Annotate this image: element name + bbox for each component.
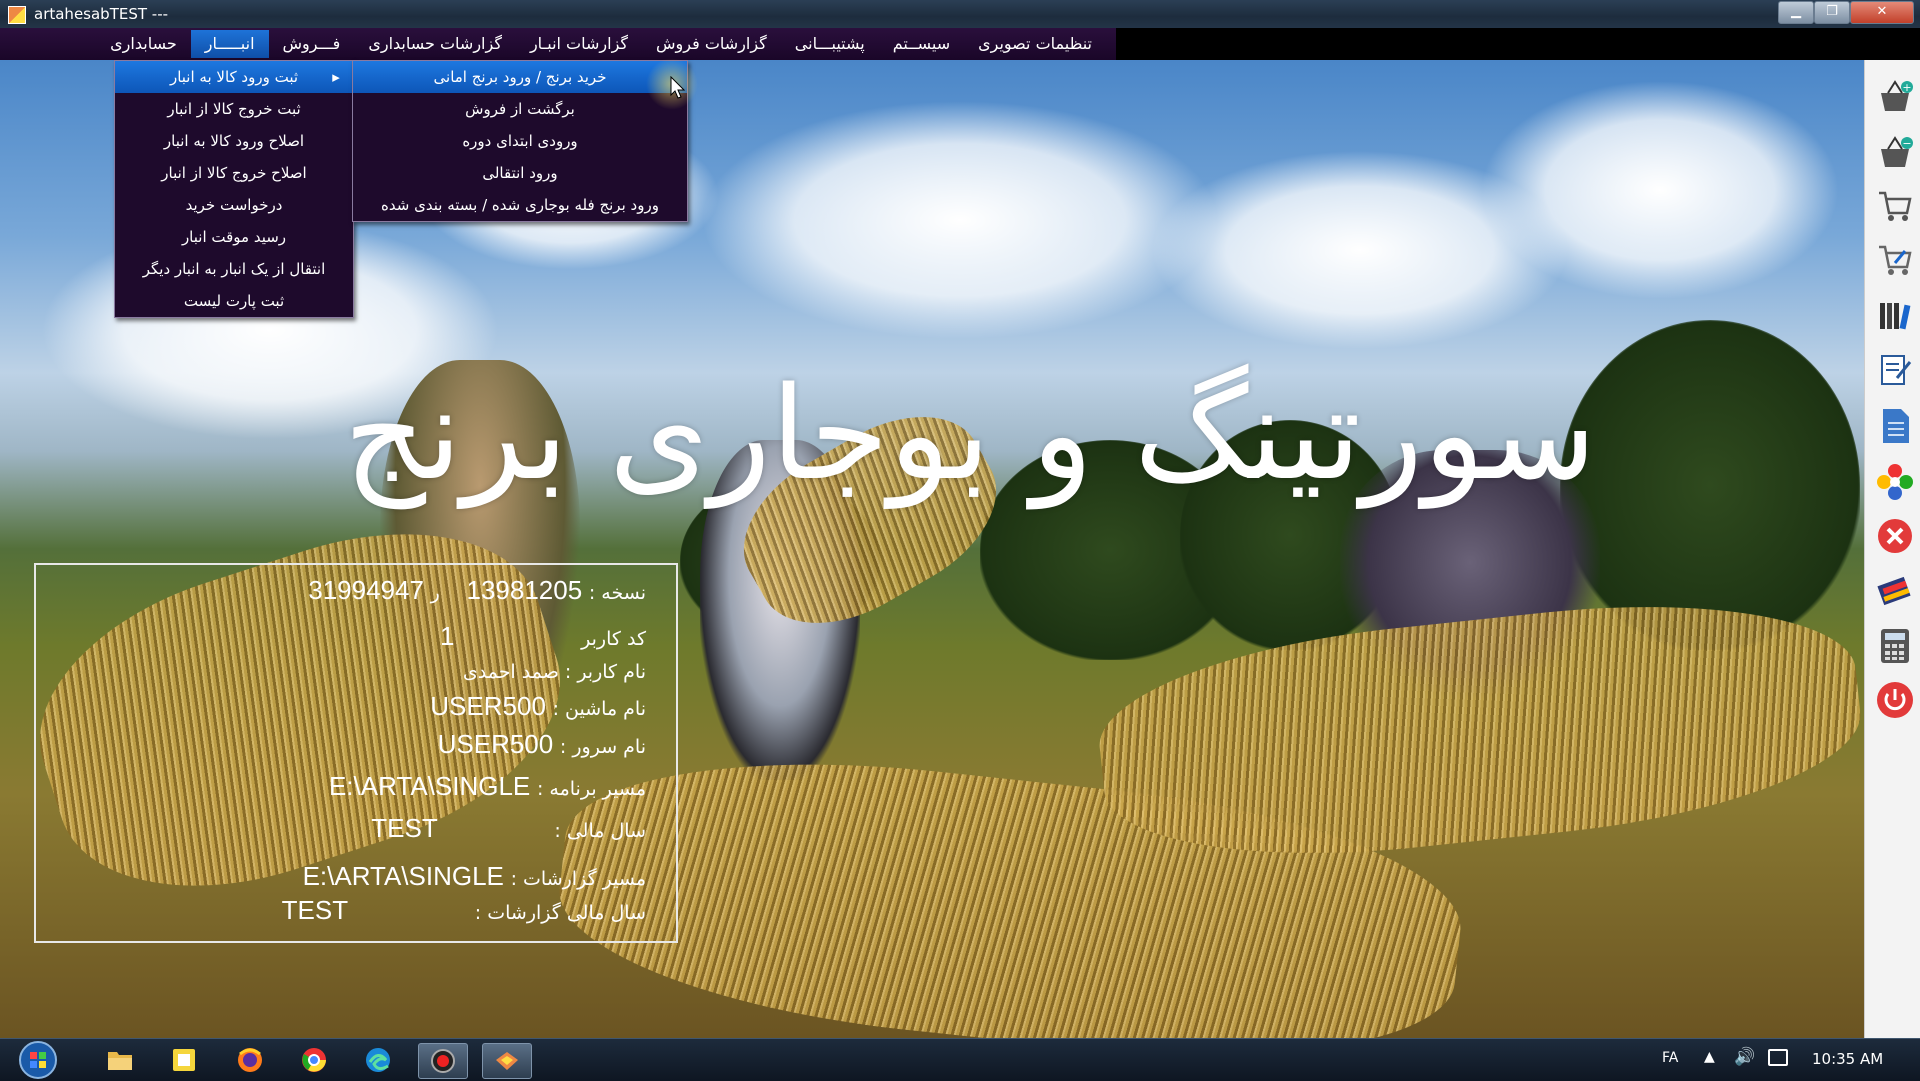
user-code-label: کد کاربر <box>581 628 646 650</box>
menu-item-part-list[interactable]: ثبت پارت لیست <box>115 285 353 317</box>
edit-document-icon[interactable] <box>1875 350 1915 390</box>
user-code-row: کد کاربر 1 <box>440 621 646 652</box>
minimize-button[interactable]: ▁ <box>1778 1 1814 24</box>
server-row: نام سرور : USER500 <box>438 729 646 760</box>
program-path-value: E:\ARTA\SINGLE <box>328 771 531 801</box>
report-path-row: مسیر گزارشات : E:\ARTA\SINGLE <box>303 861 646 892</box>
calculator-icon[interactable] <box>1875 626 1915 666</box>
menu-sales-reports[interactable]: گزارشات فروش <box>642 30 781 58</box>
fiscal-year-row: سال مالی : TEST <box>371 813 646 844</box>
submenu-item-bulk-rice-entry[interactable]: ورود برنج فله بوجاری شده / بسته بندی شده <box>353 189 687 221</box>
version-row: نسخه : 13981205 ر 31994947 <box>308 575 646 606</box>
menu-item-goods-entry-label: ثبت ورود کالا به انبار <box>169 68 299 86</box>
menu-visual-settings[interactable]: تنظیمات تصویری <box>964 30 1106 58</box>
version-label: نسخه : <box>588 582 646 604</box>
submenu-item-rice-purchase[interactable]: خرید برنج / ورود برنج امانی <box>353 61 687 93</box>
menu-item-edit-goods-entry[interactable]: اصلاح ورود کالا به انبار <box>115 125 353 157</box>
start-orb-icon[interactable] <box>18 1040 58 1080</box>
system-info-panel: نسخه : 13981205 ر 31994947 کد کاربر 1 نا… <box>34 563 678 943</box>
machine-value: USER500 <box>430 691 546 721</box>
record-icon[interactable] <box>418 1043 468 1079</box>
report-fiscal-row: سال مالی گزارشات : TEST <box>282 895 646 926</box>
restore-button[interactable]: ❐ <box>1814 1 1850 24</box>
report-fiscal-value: TEST <box>281 895 349 925</box>
document-icon[interactable] <box>1875 406 1915 446</box>
machine-row: نام ماشین : USER500 <box>430 691 646 722</box>
machine-label: نام ماشین : <box>552 698 646 720</box>
menu-item-temporary-receipt[interactable]: رسید موقت انبار <box>115 221 353 253</box>
warehouse-dropdown-menu: ثبت ورود کالا به انبار ▸ ثبت خروج کالا ا… <box>114 60 354 318</box>
right-toolbar: + − <box>1864 60 1920 1038</box>
menu-accounting[interactable]: حسابداری <box>96 30 191 58</box>
sticky-notes-icon[interactable] <box>160 1043 208 1077</box>
edge-icon[interactable] <box>354 1043 402 1077</box>
report-fiscal-label: سال مالی گزارشات : <box>474 902 646 924</box>
network-icon[interactable] <box>1768 1049 1788 1066</box>
version-value: 13981205 <box>466 575 583 605</box>
serial-value: 31994947 <box>308 575 424 605</box>
books-icon[interactable] <box>1875 296 1915 336</box>
menu-warehouse[interactable]: انبـــــار <box>190 30 269 58</box>
server-label: نام سرور : <box>559 736 646 758</box>
menu-warehouse-reports[interactable]: گزارشات انبـار <box>516 30 642 58</box>
cart-icon[interactable] <box>1875 186 1915 226</box>
menu-item-warehouse-transfer[interactable]: انتقال از یک انبار به انبار دیگر <box>115 253 353 285</box>
goods-entry-submenu: خرید برنج / ورود برنج امانی برگشت از فرو… <box>352 60 688 222</box>
user-name-row: نام کاربر : صمد احمدی <box>463 659 646 683</box>
pen-tools-icon[interactable] <box>1875 570 1915 610</box>
volume-icon[interactable]: 🔊 <box>1734 1047 1755 1067</box>
red-close-icon[interactable] <box>1875 516 1915 556</box>
main-menu-bar: تنظیمات تصویری سیســتم پشتیبـــانی گزارش… <box>0 28 1116 60</box>
menu-accounting-reports[interactable]: گزارشات حسابداری <box>354 30 516 58</box>
program-path-label: مسیر برنامه : <box>536 778 646 800</box>
menu-item-goods-entry[interactable]: ثبت ورود کالا به انبار ▸ <box>115 61 353 93</box>
menu-support[interactable]: پشتیبـــانی <box>781 30 879 58</box>
menu-sales[interactable]: فـــروش <box>269 30 355 58</box>
fiscal-year-label: سال مالی : <box>554 820 646 842</box>
file-explorer-icon[interactable] <box>96 1043 144 1077</box>
svg-text:−: − <box>1902 137 1911 150</box>
show-hidden-icons-icon[interactable]: ▲ <box>1704 1049 1715 1065</box>
program-path-row: مسیر برنامه : E:\ARTA\SINGLE <box>329 771 646 802</box>
submenu-arrow-icon: ▸ <box>332 68 340 86</box>
menu-system[interactable]: سیســتم <box>879 30 964 58</box>
chrome-icon[interactable] <box>290 1043 338 1077</box>
language-indicator[interactable]: FA <box>1662 1050 1678 1066</box>
window-title: artahesabTEST --- <box>34 5 169 23</box>
submenu-item-opening-entry[interactable]: ورودی ابتدای دوره <box>353 125 687 157</box>
user-code-value: 1 <box>440 621 455 651</box>
menu-item-goods-exit[interactable]: ثبت خروج کالا از انبار <box>115 93 353 125</box>
firefox-icon[interactable] <box>226 1043 274 1077</box>
submenu-item-transfer-entry[interactable]: ورود انتقالی <box>353 157 687 189</box>
basket-remove-icon[interactable]: − <box>1875 132 1915 172</box>
windows-taskbar: FA ▲ 🔊 10:35 AM <box>0 1038 1920 1081</box>
menu-item-purchase-request[interactable]: درخواست خرید <box>115 189 353 221</box>
window-title-bar: artahesabTEST --- ▁ ❐ ✕ <box>0 0 1920 28</box>
svg-text:+: + <box>1902 81 1911 94</box>
colorful-flower-icon[interactable] <box>1875 462 1915 502</box>
user-name: نام کاربر : صمد احمدی <box>462 661 646 683</box>
clock[interactable]: 10:35 AM <box>1812 1050 1883 1068</box>
fiscal-year-value: TEST <box>371 813 438 843</box>
power-icon[interactable] <box>1875 680 1915 720</box>
report-path-label: مسیر گزارشات : <box>510 868 646 890</box>
report-path-value: E:\ARTA\SINGLE <box>302 861 504 891</box>
menu-item-edit-goods-exit[interactable]: اصلاح خروج کالا از انبار <box>115 157 353 189</box>
app-icon <box>8 6 26 24</box>
server-value: USER500 <box>437 729 554 759</box>
arta-app-icon[interactable] <box>482 1043 532 1079</box>
serial-label: ر <box>430 582 440 604</box>
cart-edit-icon[interactable] <box>1875 240 1915 280</box>
basket-add-icon[interactable]: + <box>1875 76 1915 116</box>
banner-title: سورتینگ و بوجاری برنج <box>343 360 1597 509</box>
mouse-pointer-icon <box>670 76 686 99</box>
submenu-item-sales-return[interactable]: برگشت از فروش <box>353 93 687 125</box>
close-button[interactable]: ✕ <box>1850 1 1914 24</box>
